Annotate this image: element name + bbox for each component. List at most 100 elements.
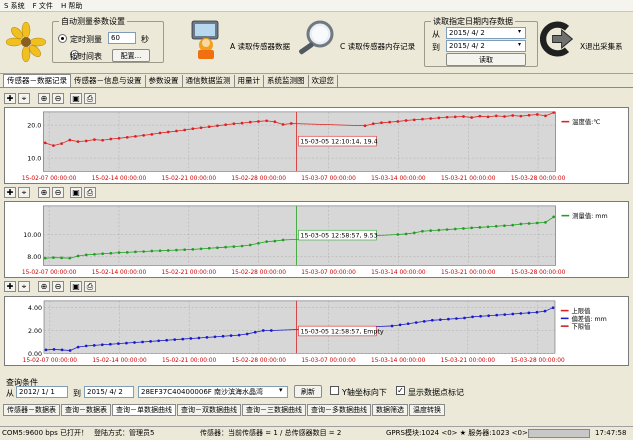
zoom-out-icon[interactable]: ⊖ [52,93,64,104]
mem-from-date[interactable]: 2015/ 4/ 2 [446,27,526,39]
y-tick-label: 8.00 [27,254,41,261]
sensor-select[interactable]: 28EF37C40400006F 南沙滨海水晶湾 [138,386,288,398]
data-point [479,314,482,318]
refresh-button[interactable]: 刷新 [294,385,322,398]
tab-single-curve[interactable]: 查询－单数据曲线 [112,404,176,416]
timed-measure-label: 定时测量 [70,35,102,44]
data-point [68,349,72,352]
pan-icon[interactable]: ✚ [4,281,16,292]
magnifier-icon[interactable] [296,18,340,58]
cursor-label: 15-03-05 12:58:57, Empty [300,328,383,335]
copy-icon[interactable]: ▣ [70,187,82,198]
zoom-in-icon[interactable]: ⊕ [38,187,50,198]
dropdown-icon[interactable]: ▾ [518,28,521,35]
x-tick-label: 15-02-07 00:00:00 [22,270,77,276]
x-tick-label: 15-03-07 00:00:00 [301,270,356,276]
data-point [101,138,105,142]
show-points-label: 显示数据点标记 [408,388,464,397]
zoom-in-icon[interactable]: ⊕ [38,93,50,104]
data-point [543,309,547,313]
x-tick-label: 15-03-14 00:00:00 [371,270,426,276]
tab-temp-convert[interactable]: 温度转换 [409,404,445,416]
tab-info-settings[interactable]: 传感器－信息与设置 [71,75,146,87]
show-points-checkbox[interactable]: ✓ [396,386,405,395]
data-point [60,256,63,260]
measurement-chart[interactable]: 8.00 10.00 15-02-07 00:00:00 15-02-14 00:00… [4,201,629,278]
dropdown-icon[interactable]: ▾ [518,41,521,48]
zoom-in-icon[interactable]: ⊕ [38,281,50,292]
print-icon[interactable]: ⎙ [84,93,96,104]
copy-icon[interactable]: ▣ [70,281,82,292]
data-point [142,250,146,253]
read-sensor-icon[interactable] [186,17,226,61]
pan-icon[interactable]: ✚ [4,187,16,198]
tab-triple-curve[interactable]: 查询－三数据曲线 [242,404,306,416]
tab-system-monitor[interactable]: 系统监测图 [264,75,309,87]
print-icon[interactable]: ⎙ [84,187,96,198]
query-from-date[interactable]: 2012/ 1/ 1 [16,386,68,398]
menu-system[interactable]: S 系统 [4,1,25,11]
exit-label[interactable]: X退出采集系 [580,41,623,52]
print-icon[interactable]: ⎙ [84,281,96,292]
data-point [257,241,260,245]
data-point [216,246,219,250]
tab-data-filter[interactable]: 数据筛选 [372,404,408,416]
menu-file[interactable]: F 文件 [33,1,53,11]
data-point [166,130,170,134]
data-point [363,124,367,128]
y-tick-label: 10.00 [23,232,41,239]
tab-params[interactable]: 参数设置 [146,75,183,87]
data-point [544,221,547,224]
data-point [398,323,402,327]
zoom-out-icon[interactable]: ⊖ [52,187,64,198]
x-tick-label: 15-03-07 00:00:00 [301,176,356,182]
data-point [175,129,178,133]
data-point [76,140,80,143]
query-to-date[interactable]: 2015/ 4/ 2 [84,386,134,398]
tab-double-curve[interactable]: 查询－双数据曲线 [177,404,241,416]
data-point [281,123,285,126]
config-button[interactable]: 配置... [112,49,150,62]
mem-read-button[interactable]: 读取 [446,53,526,66]
copy-icon[interactable]: ▣ [70,93,82,104]
data-point [511,223,515,227]
data-point [191,127,195,131]
dropdown-icon[interactable]: ▾ [279,386,283,394]
bottom-tabs: 传感器－数据表 查询－数据表 查询－单数据曲线 查询－双数据曲线 查询－三数据曲… [0,403,633,416]
tab-comm-monitor[interactable]: 通信数据监测 [183,75,235,87]
data-point [68,138,72,142]
timed-measure-radio[interactable] [58,34,67,43]
tab-data-record[interactable]: 传感器－数据记录 [3,74,71,87]
data-point [44,348,48,352]
interval-input[interactable]: 60 [108,32,136,44]
data-point [429,229,433,233]
tab-multi-curve[interactable]: 查询－多数据曲线 [307,404,371,416]
tab-sensor-table[interactable]: 传感器－数据表 [3,404,60,416]
fit-icon[interactable]: ⌖ [18,281,30,292]
data-point [462,115,465,118]
data-point [173,338,177,342]
data-point [207,246,211,250]
x-tick-label: 15-03-14 00:00:00 [371,358,426,364]
chart-toolbar: ✚ ⌖ ⊕ ⊖ ▣ ⎙ [0,280,96,293]
mem-to-date[interactable]: 2015/ 4/ 2 [446,40,526,52]
exit-icon[interactable] [540,19,576,59]
read-memory-label[interactable]: C 读取传感器内存记录 [340,41,415,52]
pan-icon[interactable]: ✚ [4,93,16,104]
menu-help[interactable]: H 帮助 [61,1,83,11]
deviation-chart[interactable]: 0.00 2.00 4.00 15-02-07 00:00:00 15-02-14 00… [4,296,629,366]
read-sensor-label[interactable]: A 读取传感器数据 [230,41,290,52]
tab-welcome[interactable]: 欢迎您 [309,75,338,87]
zoom-out-icon[interactable]: ⊖ [52,281,64,292]
tab-query-table[interactable]: 查询－数据表 [61,404,111,416]
temperature-chart[interactable]: 10.0 20.0 15-02-07 00:00:00 15-02-14 00:00:… [4,107,629,184]
fit-icon[interactable]: ⌖ [18,187,30,198]
y-axis-down-checkbox[interactable] [330,386,339,395]
fit-icon[interactable]: ⌖ [18,93,30,104]
data-point [232,122,236,126]
data-point [205,336,209,339]
data-point [43,256,47,260]
tab-usage[interactable]: 用量计 [235,75,264,87]
x-tick-label: 15-02-14 00:00:00 [92,270,147,276]
data-point [471,315,474,319]
